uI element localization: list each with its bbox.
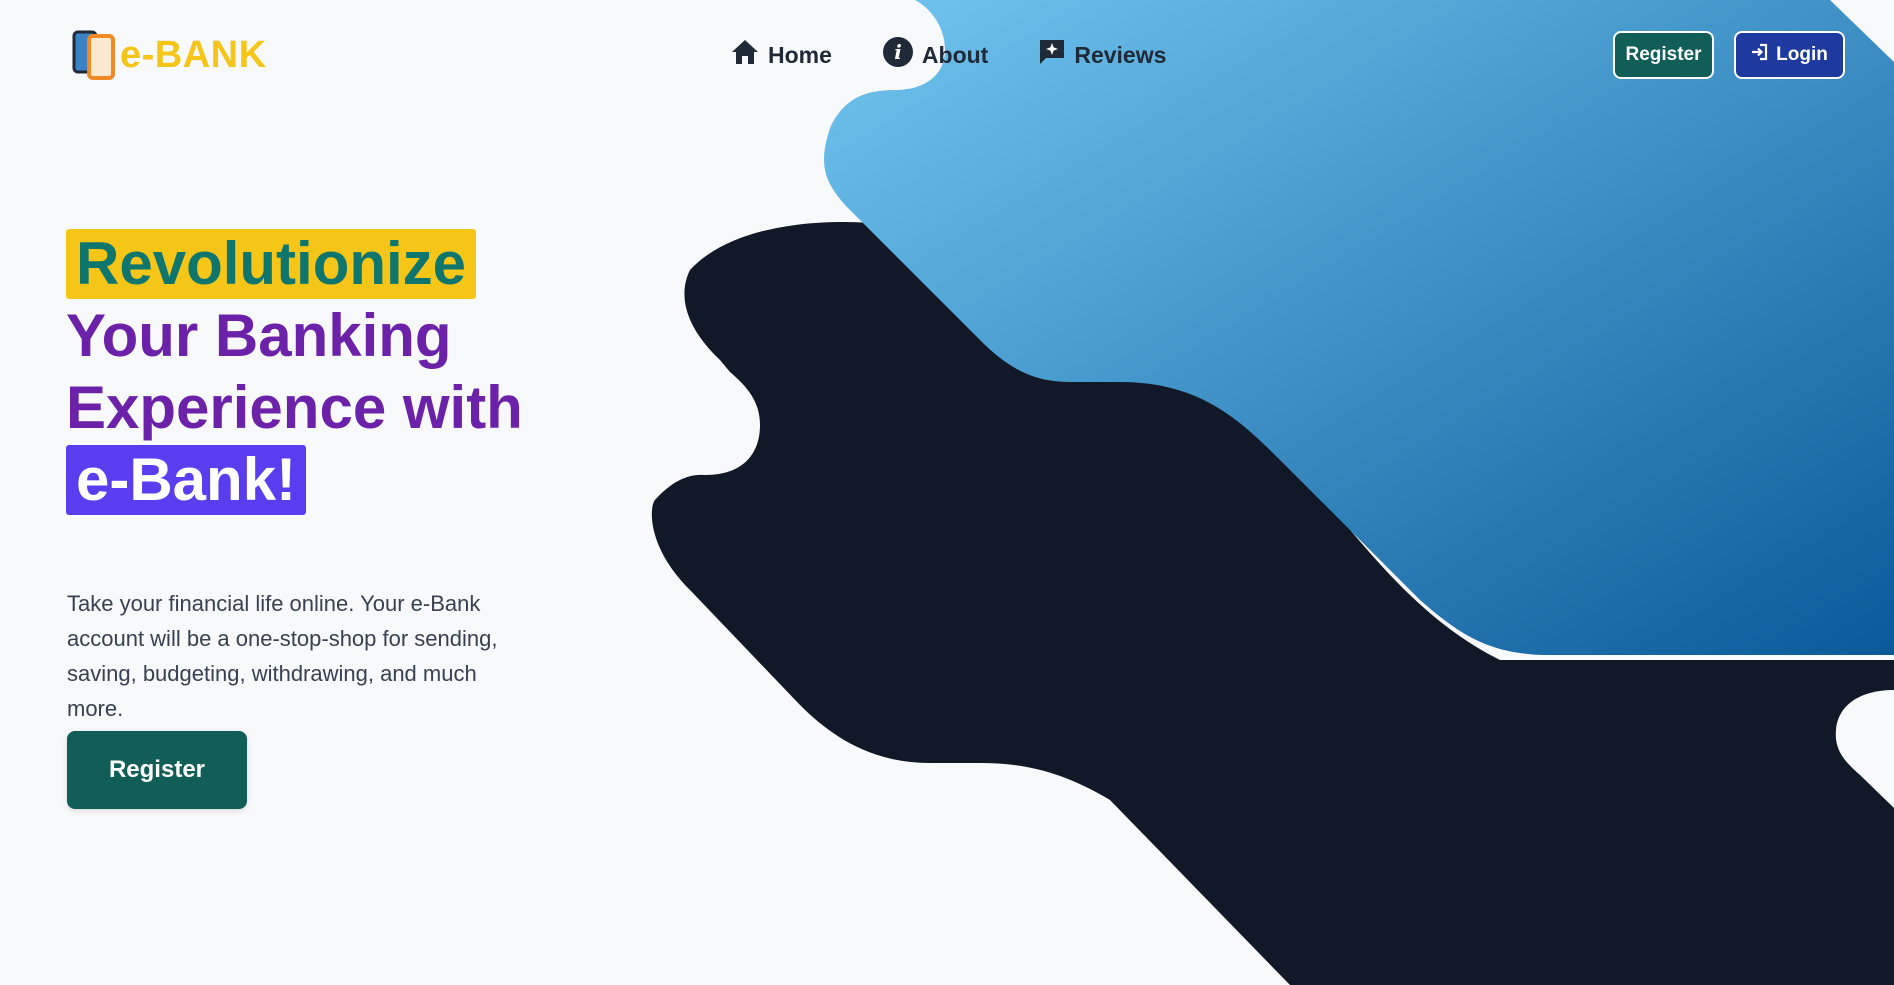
info-icon: i <box>882 36 922 74</box>
headline-highlight-4: e-Bank! <box>66 445 307 515</box>
svg-text:i: i <box>894 40 902 64</box>
nav-about-label: About <box>921 41 989 68</box>
hero-description: Take your financial life online. Your e-… <box>67 591 498 721</box>
nav-reviews-label: Reviews <box>1074 41 1167 68</box>
brand-name: e-BANK <box>120 33 267 76</box>
nav-reviews[interactable]: Reviews <box>1038 38 1166 72</box>
header-register-button[interactable]: Register <box>1613 31 1714 79</box>
headline-highlight-1: Revolutionize <box>66 229 477 299</box>
main-nav: Home i About Reviews <box>730 36 1216 74</box>
nav-home-label: Home <box>768 41 832 68</box>
header-login-button[interactable]: Login <box>1734 31 1845 79</box>
hero-register-button[interactable]: Register <box>67 731 247 809</box>
login-label: Login <box>1776 44 1828 65</box>
login-icon <box>1751 43 1776 67</box>
nav-about[interactable]: i About <box>882 36 988 74</box>
phones-icon <box>72 30 118 80</box>
brand-logo[interactable]: e-BANK <box>72 30 267 80</box>
headline-line-2: Your Banking <box>66 302 452 369</box>
nav-home[interactable]: Home <box>730 38 832 72</box>
headline-line-3: Experience with <box>66 374 523 441</box>
hero-headline: Revolutionize Your Banking Experience wi… <box>66 228 523 516</box>
home-icon <box>730 38 768 72</box>
reviews-icon <box>1038 38 1074 72</box>
